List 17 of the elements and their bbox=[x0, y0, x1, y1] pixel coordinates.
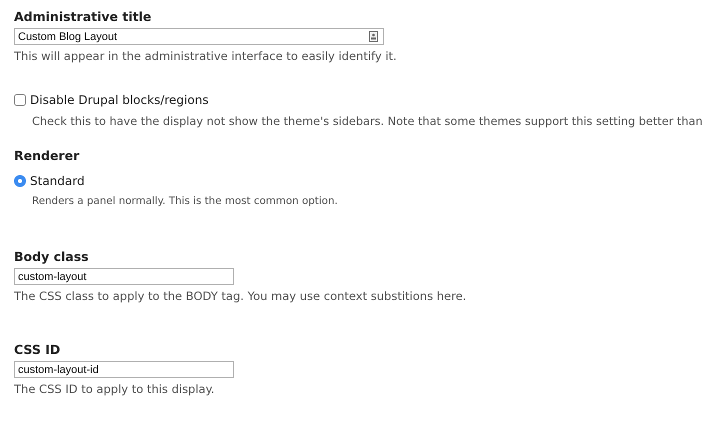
title-input-field[interactable]: Custom Blog Layout bbox=[14, 28, 384, 45]
body-class-input-field[interactable]: custom-layout bbox=[14, 268, 234, 285]
field-label: Administrative title bbox=[14, 9, 152, 24]
field-label: CSS ID bbox=[14, 342, 62, 357]
field-label: Body class bbox=[14, 249, 90, 264]
field-label: Renderer bbox=[14, 148, 80, 163]
checkbox-label: Disable Drupal blocks/regions bbox=[30, 93, 209, 107]
field-description: The CSS class to apply to the BODY tag. You may use context substitions here. bbox=[14, 289, 468, 303]
css-id-input-field[interactable]: custom-layout-id bbox=[14, 361, 234, 378]
option-description: Renders a panel normally. This is the most common option. bbox=[32, 195, 339, 207]
checkbox[interactable] bbox=[14, 94, 26, 106]
radio-label: Standard bbox=[30, 174, 85, 188]
contact-card-icon bbox=[369, 31, 378, 42]
field-description: The CSS ID to apply to this display. bbox=[14, 382, 216, 396]
field-description: This will appear in the administrative interface to easily identify it. bbox=[14, 49, 398, 63]
radio-button[interactable] bbox=[14, 175, 26, 187]
field-description: Check this to have the display not show the theme's sidebars. Note that some themes support this setting better than bbox=[32, 115, 704, 128]
